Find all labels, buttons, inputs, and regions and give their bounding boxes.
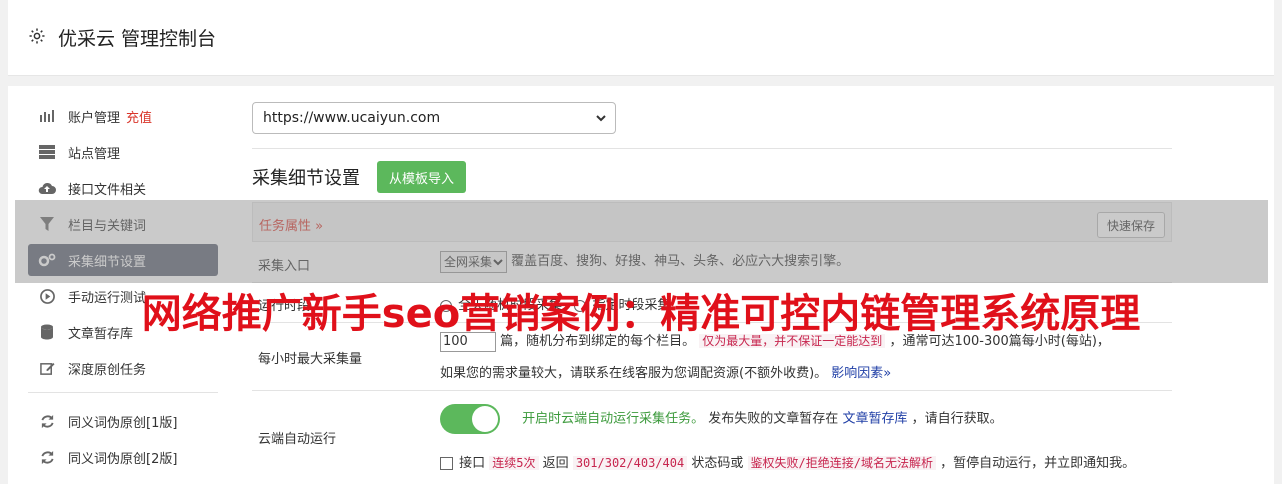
- bar-chart-icon: [38, 107, 56, 125]
- sidebar-item-label: 深度原创任务: [68, 362, 147, 378]
- cloud-text2: ，请自行获取。: [911, 411, 1003, 427]
- sidebar-item-synonym-v1[interactable]: 同义词伪原创[1版]: [28, 405, 218, 437]
- refresh-icon: [38, 412, 56, 430]
- cb-code3: 鉴权失败/拒绝连接/域名无法解析: [747, 456, 936, 470]
- header-bar: 优采云 管理控制台: [8, 0, 1274, 76]
- sidebar-item-deep-original[interactable]: 深度原创任务: [28, 352, 218, 384]
- sidebar-item-label: 接口文件相关: [68, 182, 147, 198]
- cloud-run-toggle[interactable]: [440, 404, 500, 434]
- cloud-green-text: 开启时云端自动运行采集任务。: [522, 411, 705, 427]
- row-body-line2: 如果您的需求量较大，请联系在线客服为您调配资源(不额外收费)。 影响因素»: [440, 362, 891, 381]
- site-select[interactable]: https://www.ucaiyun.com: [252, 102, 616, 134]
- section-title: 采集细节设置: [252, 168, 360, 189]
- influence-factors-link[interactable]: 影响因素»: [831, 366, 891, 381]
- row-cloud-run: 云端自动运行 开启时云端自动运行采集任务。 发布失败的文章暂存在 文章暂存库 ，…: [252, 390, 1172, 480]
- overlay-headline: 网络推广新手seo营销案例：精准可控内链管理系统原理: [141, 291, 1141, 337]
- cloud-upload-icon: [38, 179, 56, 197]
- page-title: 优采云 管理控制台: [58, 28, 217, 50]
- pause-checkbox[interactable]: [440, 457, 453, 470]
- sidebar-item-account[interactable]: 账户管理 充值: [28, 100, 218, 132]
- server-icon: [38, 143, 56, 161]
- cb-text2: 返回: [542, 456, 569, 471]
- sidebar-divider: [28, 392, 218, 393]
- overlay-band: [15, 200, 1268, 283]
- edit-icon: [38, 359, 56, 377]
- sidebar-item-synonym-v2[interactable]: 同义词伪原创[2版]: [28, 441, 218, 473]
- sidebar-item-label: 同义词伪原创[2版]: [68, 451, 178, 467]
- row-label: 每小时最大采集量: [258, 352, 363, 367]
- divider: [252, 148, 1172, 149]
- cb-code2: 301/302/403/404: [572, 456, 688, 470]
- article-store-link[interactable]: 文章暂存库: [842, 412, 907, 427]
- sidebar-item-sites[interactable]: 站点管理: [28, 136, 218, 168]
- cb-text4: ，暂停自动运行，并立即通知我。: [940, 456, 1136, 471]
- row-body-line2: 接口 连续5次 返回 301/302/403/404 状态码或 鉴权失败/拒绝连…: [440, 452, 1135, 471]
- cb-code1: 连续5次: [489, 456, 539, 470]
- site-select-value: https://www.ucaiyun.com: [263, 110, 441, 126]
- sidebar-item-label: 账户管理: [68, 110, 121, 126]
- chevron-down-icon: [596, 115, 606, 122]
- cb-text3: 状态码或: [691, 456, 744, 471]
- gear-icon: [29, 28, 45, 44]
- sidebar-item-label: 站点管理: [68, 146, 121, 162]
- row-body: 开启时云端自动运行采集任务。 发布失败的文章暂存在 文章暂存库 ，请自行获取。: [440, 404, 1003, 434]
- max-text3: 如果您的需求量较大，请联系在线客服为您调配资源(不额外收费)。: [440, 366, 828, 381]
- cloud-text1: 发布失败的文章暂存在: [708, 411, 839, 427]
- refresh-icon: [38, 448, 56, 466]
- row-label: 云端自动运行: [258, 432, 337, 447]
- recharge-link[interactable]: 充值: [126, 107, 152, 126]
- cb-text1: 接口: [459, 456, 486, 471]
- import-template-button[interactable]: 从模板导入: [377, 161, 467, 193]
- sidebar-item-label: 同义词伪原创[1版]: [68, 415, 178, 431]
